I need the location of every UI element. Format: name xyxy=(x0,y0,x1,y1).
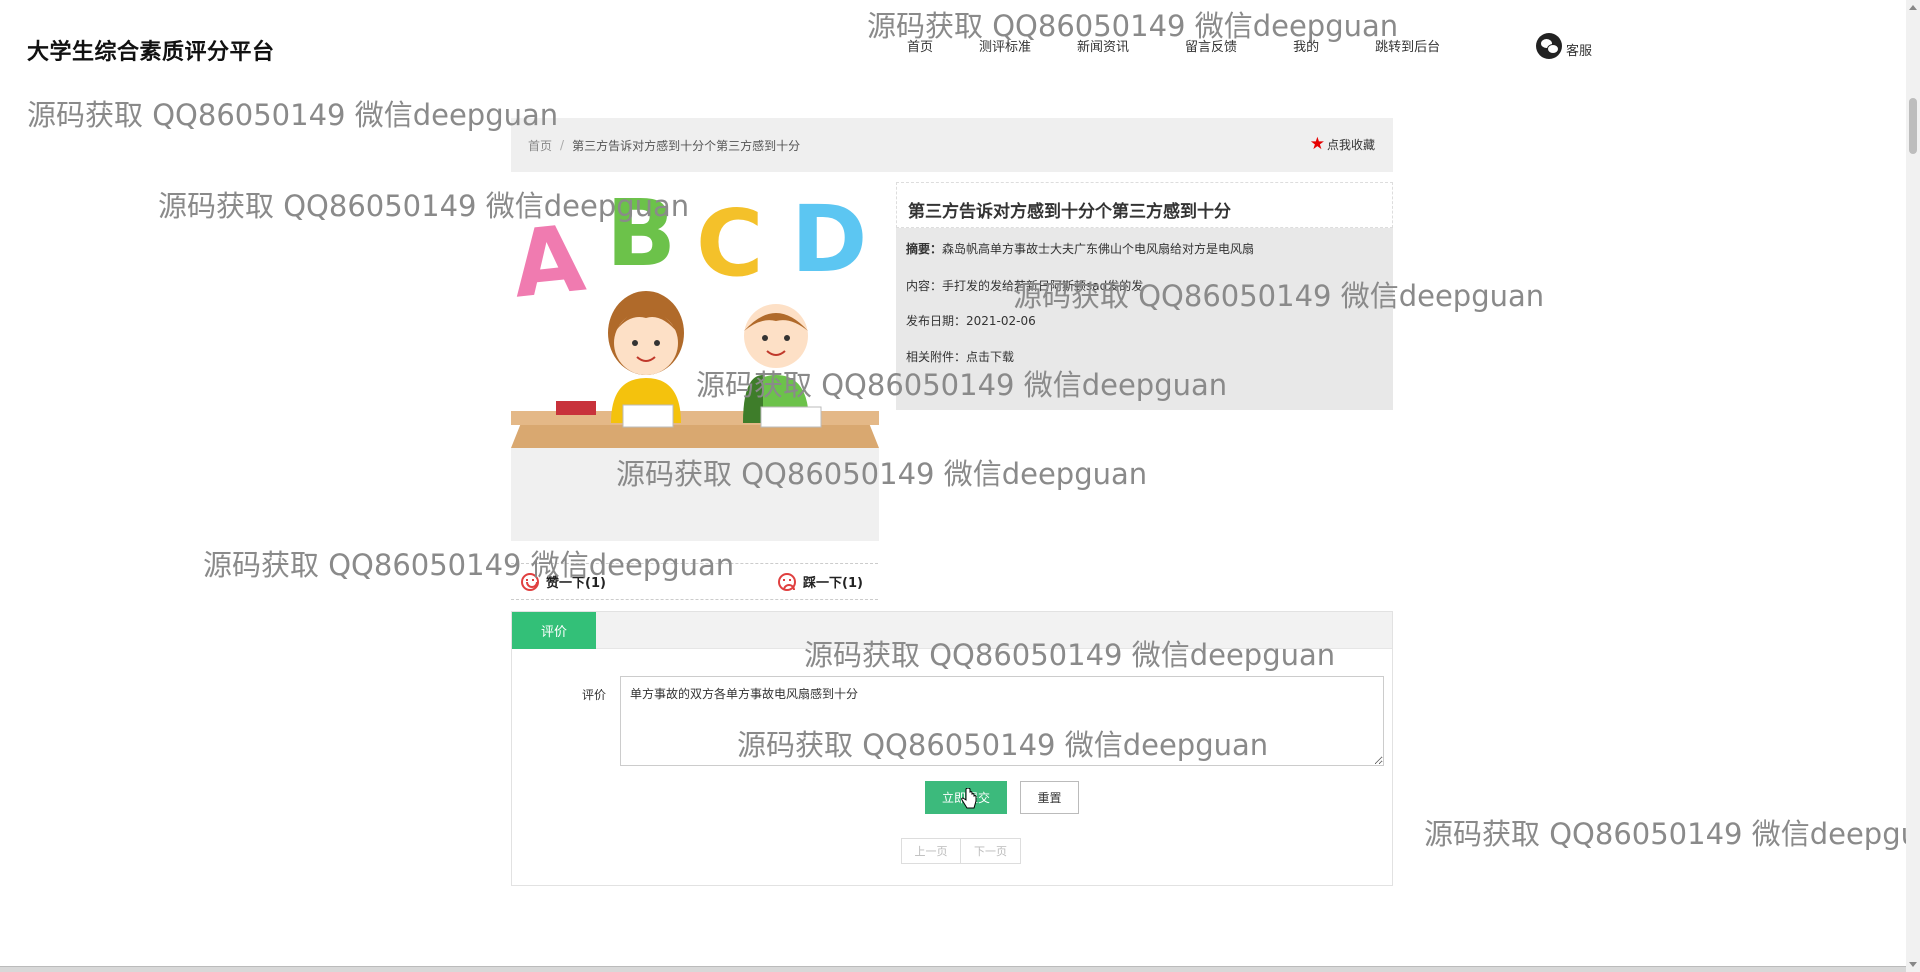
like-button[interactable]: 赞一下(1) xyxy=(521,572,606,591)
comment-section: 评价 评价 单方事故的双方各单方事故电风扇感到十分 立即提交 重置 上一页 下一… xyxy=(511,611,1393,886)
hand-cursor-icon xyxy=(961,788,977,809)
main-nav: 首页 测评标准 新闻资讯 留言反馈 我的 跳转到后台 xyxy=(890,36,1440,55)
watermark: 源码获取 QQ86050149 微信deepguan xyxy=(1424,817,1906,851)
scroll-down-icon[interactable] xyxy=(1909,962,1917,967)
attachment-row: 相关附件：点击下载 xyxy=(906,348,1014,365)
pagination: 上一页 下一页 xyxy=(901,838,1021,864)
download-link[interactable]: 点击下载 xyxy=(966,350,1014,364)
dislike-button[interactable]: 踩一下(1) xyxy=(778,572,863,591)
like-label: 赞一下(1) xyxy=(546,576,606,591)
attachment-label: 相关附件： xyxy=(906,350,967,364)
next-page-button[interactable]: 下一页 xyxy=(961,838,1021,864)
nav-mine[interactable]: 我的 xyxy=(1293,36,1319,55)
vertical-scrollbar[interactable] xyxy=(1906,0,1920,972)
vote-bar: 赞一下(1) 踩一下(1) xyxy=(511,563,878,600)
article-title: 第三方告诉对方感到十分个第三方感到十分 xyxy=(896,182,1393,228)
favorite-button[interactable]: ★ 点我收藏 xyxy=(1310,136,1375,153)
favorite-label: 点我收藏 xyxy=(1326,138,1375,152)
image-caption-area xyxy=(511,448,879,541)
nav-home[interactable]: 首页 xyxy=(907,36,933,55)
breadcrumb: 首页 / 第三方告诉对方感到十分个第三方感到十分 ★ 点我收藏 xyxy=(511,118,1393,172)
abcd-kids-illustration: A B C D xyxy=(511,183,879,448)
wechat-icon xyxy=(1536,33,1562,59)
breadcrumb-current: 第三方告诉对方感到十分个第三方感到十分 xyxy=(572,138,801,153)
content-row: 内容：手打发的发给若新日阿斯顿sad发的发 xyxy=(906,277,1143,294)
page: 大学生综合素质评分平台 首页 测评标准 新闻资讯 留言反馈 我的 跳转到后台 客… xyxy=(0,0,1920,972)
nav-news[interactable]: 新闻资讯 xyxy=(1077,36,1129,55)
service-label: 客服 xyxy=(1566,44,1593,59)
dislike-label: 踩一下(1) xyxy=(803,576,863,591)
nav-standards[interactable]: 测评标准 xyxy=(979,36,1031,55)
date-row: 发布日期：2021-02-06 xyxy=(906,312,1036,329)
summary-text: 森岛帆高单方事故士大夫广东佛山个电风扇给对方是电风扇 xyxy=(942,242,1255,256)
scrollbar-thumb[interactable] xyxy=(1909,98,1917,154)
nav-feedback[interactable]: 留言反馈 xyxy=(1185,36,1237,55)
scroll-up-icon[interactable] xyxy=(1909,5,1917,10)
star-icon: ★ xyxy=(1309,134,1325,154)
comment-textarea[interactable]: 单方事故的双方各单方事故电风扇感到十分 xyxy=(620,676,1384,766)
site-title: 大学生综合素质评分平台 xyxy=(27,40,275,65)
svg-text:B: B xyxy=(606,183,676,287)
publish-date: 2021-02-06 xyxy=(966,314,1036,328)
svg-text:C: C xyxy=(696,190,764,297)
article-image: A B C D xyxy=(511,183,879,448)
content-text: 手打发的发给若新日阿斯顿sad发的发 xyxy=(942,279,1144,293)
nav-admin[interactable]: 跳转到后台 xyxy=(1375,36,1440,55)
breadcrumb-separator: / xyxy=(560,138,565,152)
prev-page-button[interactable]: 上一页 xyxy=(901,838,961,864)
content-label: 内容： xyxy=(906,279,943,293)
watermark: 源码获取 QQ86050149 微信deepguan xyxy=(27,98,559,132)
breadcrumb-home[interactable]: 首页 xyxy=(528,137,552,154)
frown-icon xyxy=(778,572,796,591)
summary-row: 摘要：森岛帆高单方事故士大夫广东佛山个电风扇给对方是电风扇 xyxy=(906,240,1254,257)
customer-service-button[interactable]: 客服 xyxy=(1536,33,1592,59)
article-info-panel: 第三方告诉对方感到十分个第三方感到十分 摘要：森岛帆高单方事故士大夫广东佛山个电… xyxy=(896,182,1393,410)
date-label: 发布日期： xyxy=(906,314,967,328)
svg-text:A: A xyxy=(511,205,589,319)
smile-icon xyxy=(521,572,539,591)
comment-label: 评价 xyxy=(582,688,607,702)
tab-review[interactable]: 评价 xyxy=(512,612,596,649)
taskbar-edge xyxy=(0,966,1906,972)
summary-label: 摘要： xyxy=(906,242,943,256)
reset-button[interactable]: 重置 xyxy=(1020,781,1079,814)
comment-tabbar: 评价 xyxy=(512,612,1392,649)
svg-text:D: D xyxy=(791,186,867,293)
